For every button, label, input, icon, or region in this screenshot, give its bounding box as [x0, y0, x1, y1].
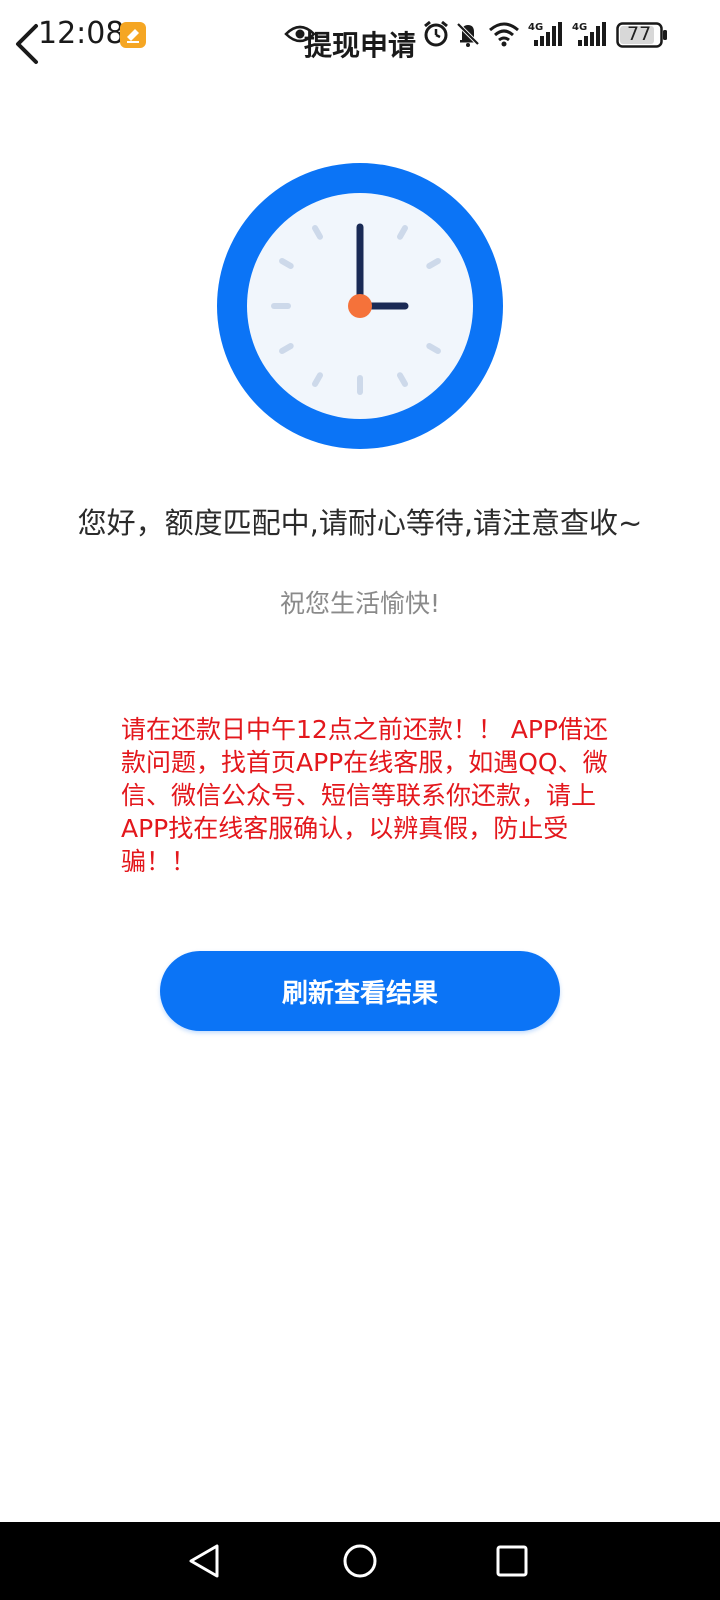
- nav-back-button[interactable]: [181, 1536, 231, 1586]
- nav-recents-button[interactable]: [487, 1536, 537, 1586]
- clock-illustration: [217, 163, 503, 449]
- refresh-button[interactable]: 刷新查看结果: [160, 951, 560, 1031]
- warning-text: 请在还款日中午12点之前还款！！ APP借还款问题，找首页APP在线客服，如遇Q…: [121, 715, 609, 876]
- status-bar: 12:08 提现申请 4G 4G 77: [0, 0, 720, 72]
- wish-text: 祝您生活愉快!: [279, 589, 441, 618]
- recents-square-icon: [496, 1545, 528, 1577]
- svg-text:4G: 4G: [572, 22, 587, 33]
- svg-text:4G: 4G: [528, 22, 543, 33]
- status-icons: 4G 4G 77: [284, 18, 684, 54]
- mute-bell-icon: [456, 22, 480, 47]
- home-circle-icon: [343, 1544, 377, 1578]
- alarm-icon: [424, 20, 448, 47]
- nav-home-button[interactable]: [335, 1536, 385, 1586]
- signal-4g-icon: 4G: [572, 22, 606, 46]
- navigation-bar: [0, 1522, 720, 1600]
- wifi-icon: [489, 22, 519, 47]
- page: 12:08 提现申请 4G 4G 77 您好，额度匹配中,请耐心等待,请注意查收…: [0, 0, 720, 1600]
- battery-level: 77: [627, 23, 652, 45]
- greeting-text: 您好，额度匹配中,请耐心等待,请注意查收~: [77, 506, 643, 540]
- eye-icon: [284, 25, 316, 43]
- signal-4g-icon: 4G: [528, 22, 562, 46]
- clock-center: [348, 294, 372, 318]
- back-triangle-icon: [189, 1544, 219, 1578]
